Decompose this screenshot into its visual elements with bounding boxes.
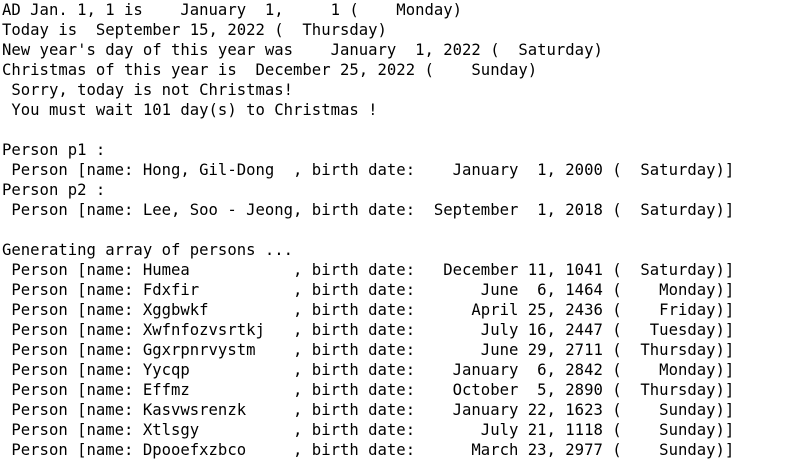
console-line-person-array-item: Person [name: Yycqp , birth date: Januar… — [2, 361, 735, 379]
console-line-person-array-item: Person [name: Dpooefxzbco , birth date: … — [2, 441, 735, 459]
console-line-ad-date: AD Jan. 1, 1 is January 1, 1 ( Monday) — [2, 1, 463, 19]
console-line-today: Today is September 15, 2022 ( Thursday) — [2, 21, 387, 39]
console-line-person-array-item: Person [name: Effmz , birth date: Octobe… — [2, 381, 735, 399]
console-line-person-array-item: Person [name: Xggbwkf , birth date: Apri… — [2, 301, 735, 319]
console-line-generating-header: Generating array of persons ... — [2, 241, 294, 259]
console-line-person-p1: Person [name: Hong, Gil-Dong , birth dat… — [2, 161, 735, 179]
console-line-sorry: Sorry, today is not Christmas! — [2, 81, 294, 99]
console-line-person-array-item: Person [name: Ggxrpnrvystm , birth date:… — [2, 341, 735, 359]
console-line-person-array-item: Person [name: Fdxfir , birth date: June … — [2, 281, 735, 299]
console-line-wait-days: You must wait 101 day(s) to Christmas ! — [2, 101, 378, 119]
console-line-person-array-item: Person [name: Kasvwsrenzk , birth date: … — [2, 401, 735, 419]
console-line-christmas: Christmas of this year is December 25, 2… — [2, 61, 538, 79]
console-line-person-array-item: Person [name: Xwfnfozvsrtkj , birth date… — [2, 321, 735, 339]
console-output: AD Jan. 1, 1 is January 1, 1 ( Monday) T… — [0, 0, 786, 472]
console-line-person-array-item: Person [name: Humea , birth date: Decemb… — [2, 261, 735, 279]
console-line-new-year: New year's day of this year was January … — [2, 41, 603, 59]
console-line-person-array-item: Person [name: Xtlsgy , birth date: July … — [2, 421, 735, 439]
console-line-person-p1-header: Person p1 : — [2, 141, 106, 159]
console-line-person-p2-header: Person p2 : — [2, 181, 106, 199]
console-line-person-p2: Person [name: Lee, Soo - Jeong, birth da… — [2, 201, 735, 219]
